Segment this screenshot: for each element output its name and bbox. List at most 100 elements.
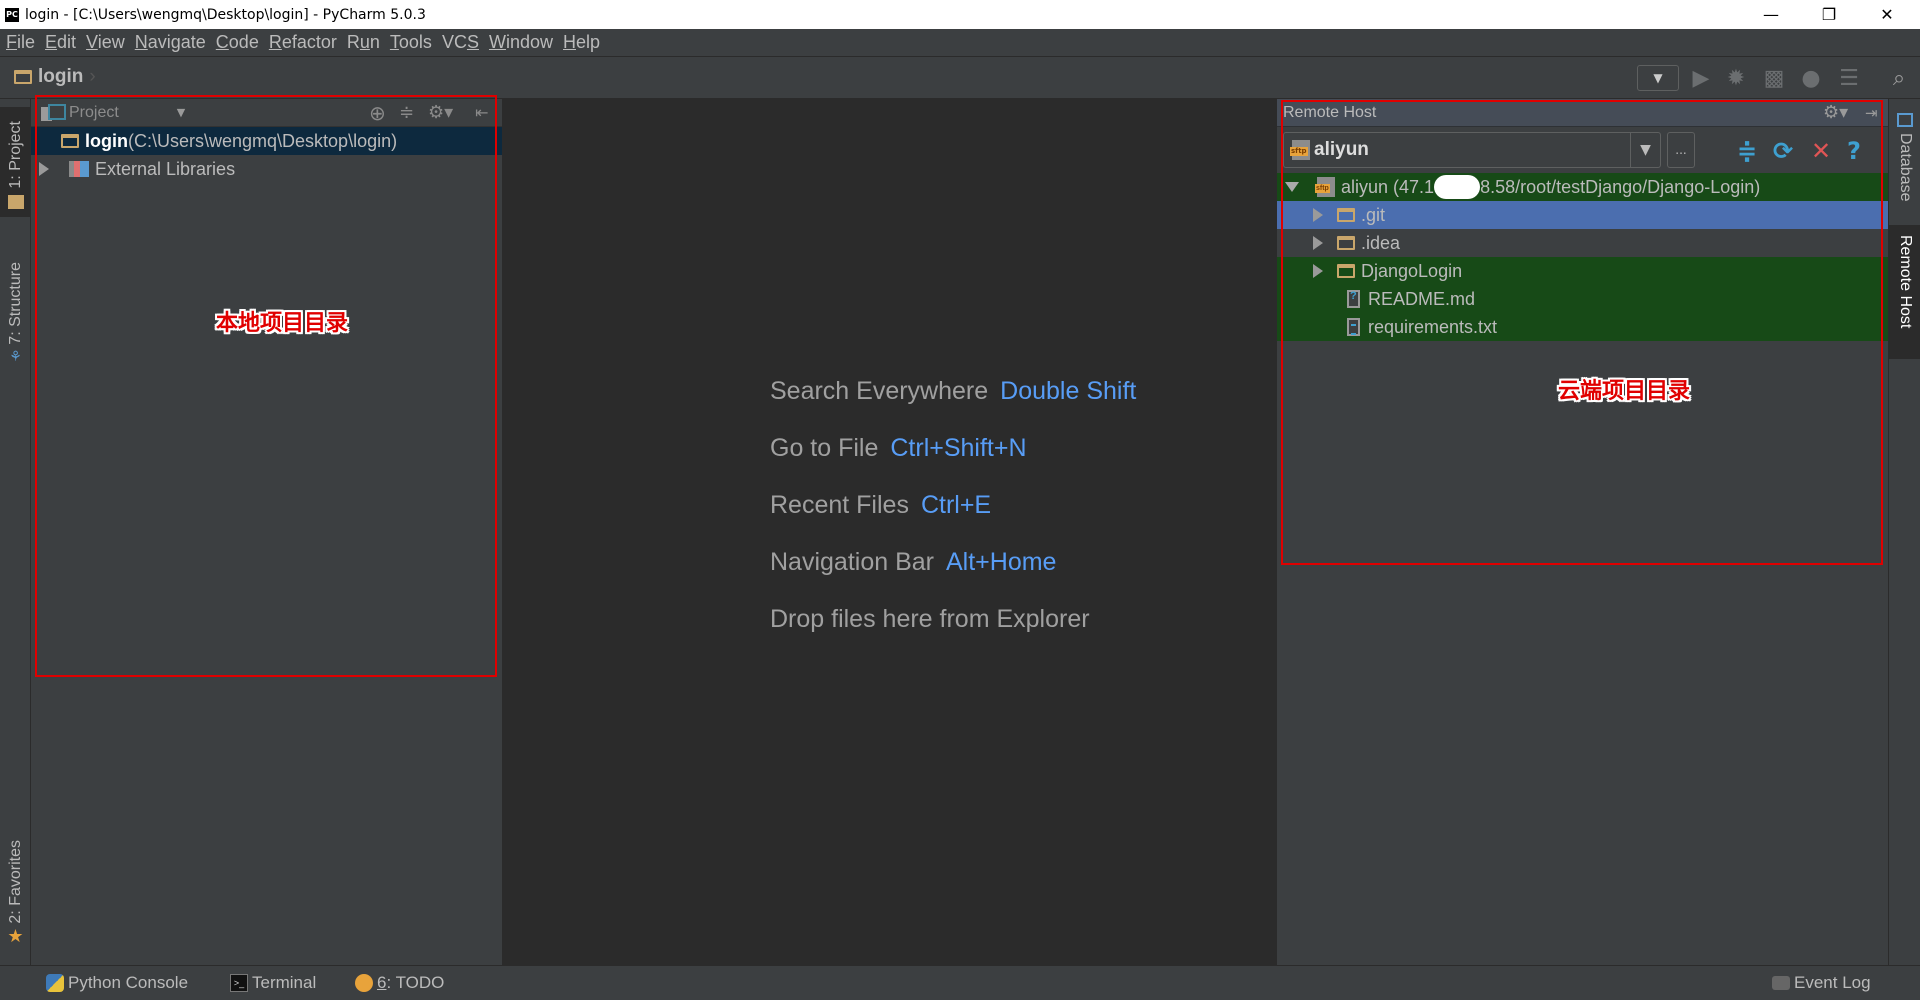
- hint-label: Recent Files: [770, 491, 909, 519]
- profile-icon: ●: [1801, 65, 1821, 91]
- todo-mnemonic: 6: [377, 973, 387, 992]
- annotation-local-label: 本地项目目录: [216, 311, 349, 336]
- chevron-down-icon[interactable]: ▼: [177, 106, 185, 119]
- remote-tree-item[interactable]: DjangoLogin: [1277, 257, 1888, 285]
- breadcrumb-separator-icon: ›: [89, 66, 96, 87]
- menu-label: ode: [228, 32, 259, 52]
- collapse-all-icon[interactable]: ≑: [1737, 137, 1757, 165]
- tab-label: 7: Structure: [6, 262, 24, 345]
- python-icon: [46, 974, 64, 992]
- expand-arrow-icon[interactable]: [1285, 182, 1299, 192]
- menu-label: avigate: [147, 32, 206, 52]
- hint-label: Navigation Bar: [770, 548, 934, 576]
- minimize-button[interactable]: —: [1748, 0, 1794, 29]
- profile-button[interactable]: ●: [1797, 65, 1825, 91]
- menu-tools[interactable]: Tools: [390, 32, 432, 53]
- mnemonic: F: [6, 32, 17, 52]
- tree-item-external-libraries[interactable]: External Libraries: [31, 155, 502, 183]
- menu-label: indow: [505, 32, 553, 52]
- tab-label: Database: [1897, 133, 1914, 202]
- hide-panel-icon[interactable]: ⇤: [475, 103, 488, 122]
- title-bar: PC login - [C:\Users\wengmq\Desktop\logi…: [0, 0, 1920, 29]
- pycharm-app-icon: PC: [5, 7, 19, 22]
- search-everywhere-button[interactable]: ⌕: [1885, 65, 1913, 91]
- host-selector[interactable]: aliyun ▼: [1283, 132, 1661, 168]
- remote-item-name: .git: [1361, 204, 1386, 225]
- menu-refactor[interactable]: Refactor: [269, 32, 337, 53]
- menu-window[interactable]: Window: [489, 32, 553, 53]
- hide-panel-icon[interactable]: ⇥: [1865, 104, 1878, 122]
- expand-arrow-icon[interactable]: [1313, 264, 1323, 278]
- tab-favorites[interactable]: 2: Favorites ★: [0, 819, 31, 949]
- event-log-tab[interactable]: Event Log: [1772, 973, 1871, 993]
- mnemonic: u: [359, 32, 370, 52]
- menu-view[interactable]: View: [86, 32, 125, 53]
- run-button[interactable]: ▶: [1688, 65, 1714, 91]
- remote-tree-item[interactable]: README.md: [1277, 285, 1888, 313]
- remote-tree-item[interactable]: .git: [1277, 201, 1888, 229]
- menu-edit[interactable]: Edit: [45, 32, 76, 53]
- restore-button[interactable]: ❐: [1806, 0, 1852, 29]
- structure-icon: ⚘: [9, 349, 22, 365]
- tab-project[interactable]: 1: Project: [0, 107, 31, 217]
- remote-tree-root[interactable]: aliyun (47.1 8.58/root/testDjango/Django…: [1277, 173, 1888, 201]
- more-button[interactable]: ...: [1667, 132, 1695, 168]
- settings-gear-icon[interactable]: ⚙▾: [428, 102, 453, 123]
- tab-remote-host[interactable]: Remote Host: [1889, 225, 1920, 359]
- tree-item-login[interactable]: login (C:\Users\wengmq\Desktop\login): [31, 127, 502, 155]
- tab-label: Remote Host: [1897, 235, 1914, 329]
- hint-search-everywhere: Search Everywhere Double Shift: [770, 377, 1136, 434]
- right-tool-stripe: Database Remote Host: [1888, 99, 1920, 965]
- mnemonic: R: [268, 32, 282, 52]
- project-view-selector[interactable]: Project: [69, 104, 119, 122]
- project-panel-header: Project ▼ ⊕ ≑ ⚙▾ ⇤: [31, 99, 502, 127]
- tab-label: 1: Project: [6, 121, 24, 189]
- remote-panel-header: Remote Host ⚙▾ ⇥: [1277, 99, 1888, 127]
- close-icon[interactable]: ✕: [1811, 137, 1831, 165]
- expand-arrow-icon[interactable]: [1313, 208, 1323, 222]
- expand-arrow-icon[interactable]: [39, 162, 49, 176]
- folder-icon: [1337, 236, 1355, 250]
- settings-gear-icon[interactable]: ⚙▾: [1823, 102, 1848, 123]
- python-console-label: Python Console: [68, 973, 189, 992]
- menu-code[interactable]: Code: [216, 32, 259, 53]
- terminal-label: Terminal: [252, 973, 317, 992]
- collapse-all-icon[interactable]: ≑: [399, 102, 414, 123]
- menu-vcs[interactable]: VCS: [442, 32, 479, 53]
- concurrency-button[interactable]: ☰: [1835, 65, 1863, 91]
- menu-run[interactable]: Run: [347, 32, 380, 53]
- text-file-icon: [1347, 318, 1360, 336]
- menu-help[interactable]: Help: [563, 32, 600, 53]
- database-icon: [1897, 113, 1913, 127]
- tab-structure[interactable]: 7: Structure ⚘: [0, 237, 31, 369]
- menu-file[interactable]: File: [6, 32, 35, 53]
- mnemonic: T: [389, 32, 399, 52]
- run-config-dropdown[interactable]: ▼: [1637, 65, 1679, 91]
- editor-area[interactable]: Search Everywhere Double Shift Go to File…: [503, 99, 1277, 965]
- help-icon[interactable]: ?: [1847, 137, 1861, 165]
- close-button[interactable]: ✕: [1864, 0, 1910, 29]
- remote-tree-item[interactable]: .idea: [1277, 229, 1888, 257]
- menu-label: R: [346, 32, 360, 52]
- expand-arrow-icon[interactable]: [1313, 236, 1323, 250]
- coverage-button[interactable]: ▩: [1760, 65, 1788, 91]
- menu-navigate[interactable]: Navigate: [135, 32, 206, 53]
- terminal-tab[interactable]: >_ Terminal: [230, 973, 316, 993]
- menu-label: efactor: [281, 32, 337, 52]
- breadcrumb[interactable]: login ›: [14, 66, 96, 88]
- debug-button[interactable]: ✹: [1722, 65, 1750, 91]
- locate-file-icon[interactable]: ⊕: [369, 101, 386, 125]
- hint-recent-files: Recent Files Ctrl+E: [770, 491, 1136, 548]
- library-icon: [69, 161, 89, 177]
- sftp-icon: [1315, 177, 1335, 197]
- tree-item-name: External Libraries: [95, 158, 236, 179]
- tab-database[interactable]: Database: [1889, 109, 1920, 223]
- remote-panel-title: Remote Host: [1283, 103, 1377, 121]
- refresh-icon[interactable]: ⟳: [1773, 137, 1793, 165]
- todo-tab[interactable]: 6 : TODO: [355, 973, 444, 993]
- mnemonic: W: [488, 32, 506, 52]
- chevron-down-icon[interactable]: ▼: [1630, 133, 1660, 167]
- python-console-tab[interactable]: Python Console: [46, 973, 188, 993]
- remote-tree-item[interactable]: requirements.txt: [1277, 313, 1888, 341]
- mnemonic: C: [215, 32, 229, 52]
